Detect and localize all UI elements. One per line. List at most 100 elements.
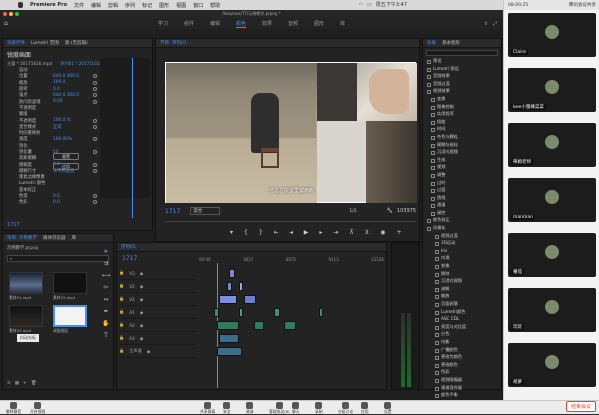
effects-tree-item[interactable]: 实用程序: [423, 111, 501, 119]
lock-icon[interactable]: 🔒: [119, 296, 124, 302]
lock-icon[interactable]: 🔒: [119, 348, 124, 354]
tab-libraries[interactable]: 库: [71, 235, 76, 241]
menu-app[interactable]: Premiere Pro: [30, 2, 67, 8]
toolbar-button[interactable]: 聊天: [292, 402, 300, 415]
tab-source[interactable]: 源:(无剪辑): [65, 40, 88, 46]
play-icon[interactable]: ▶: [304, 229, 309, 236]
ripple-edit-icon[interactable]: ⟷: [102, 272, 111, 279]
workspace-color[interactable]: 颜色: [235, 20, 246, 28]
lock-icon[interactable]: 🔒: [119, 309, 124, 315]
effects-tree-item[interactable]: Lumetri颜色: [423, 309, 501, 317]
add-button-icon[interactable]: +: [396, 229, 401, 236]
menu-graphics[interactable]: 图形: [159, 2, 169, 9]
zoom-fit-select[interactable]: 适合: [190, 207, 221, 215]
timeline-clip[interactable]: [217, 321, 239, 330]
minimize-icon[interactable]: [9, 12, 13, 16]
timeline-clip[interactable]: [239, 308, 243, 317]
effects-tree-item[interactable]: 内滑: [423, 255, 501, 263]
meeting-view-button[interactable]: 腾讯会议共享: [569, 2, 596, 8]
effects-tree-item[interactable]: Iris: [423, 248, 501, 256]
effects-tree-item[interactable]: 页面剥落: [423, 301, 501, 309]
keyframe-toggle-icon[interactable]: [93, 93, 97, 98]
hand-tool-icon[interactable]: ✋: [102, 320, 109, 327]
keyframe-toggle-icon[interactable]: [93, 124, 97, 129]
keyframe-toggle-icon[interactable]: [93, 162, 97, 167]
effect-property-value[interactable]: 100.0: [53, 80, 65, 85]
effects-tree-item[interactable]: 通道混合器: [423, 385, 501, 393]
tab-media-browser[interactable]: 媒体浏览器: [43, 235, 66, 241]
toolbar-button[interactable]: 录制: [315, 402, 323, 415]
apple-icon[interactable]: [18, 2, 23, 8]
effects-tree-item[interactable]: 通道: [423, 202, 501, 210]
track-header[interactable]: 🔒 A2 ◉: [119, 319, 197, 332]
type-tool-icon[interactable]: T: [104, 332, 108, 339]
eye-icon[interactable]: ◉: [140, 284, 144, 289]
effects-tree-item[interactable]: 变换: [423, 96, 501, 104]
effects-tree-item[interactable]: 更改为颜色: [423, 354, 501, 362]
effects-tree-item[interactable]: 沉浸式视频: [423, 278, 501, 286]
quick-export-icon[interactable]: ⇪: [484, 21, 488, 27]
mark-out-icon[interactable]: }: [259, 229, 263, 236]
effects-tree-item[interactable]: 扭曲: [423, 119, 501, 127]
wifi-icon[interactable]: ◠: [359, 2, 363, 8]
effects-tree-item[interactable]: 视频效果: [423, 88, 501, 96]
toolbar-button[interactable]: 开启视频: [30, 402, 45, 415]
effects-tree-item[interactable]: 调整: [423, 172, 501, 180]
eye-icon[interactable]: ◉: [147, 349, 151, 354]
effect-property-row[interactable]: 色彩 0.0: [3, 199, 152, 205]
tab-effect-controls[interactable]: 效果控件: [7, 40, 25, 46]
effects-tree-item[interactable]: 擦除: [423, 271, 501, 279]
timeline-clip[interactable]: [239, 282, 243, 291]
toolbar-button[interactable]: 安全: [223, 402, 231, 415]
menu-sequence[interactable]: 序列: [125, 2, 135, 9]
effects-tree-item[interactable]: 颜色平衡: [423, 392, 501, 400]
keyframe-toggle-icon[interactable]: [93, 168, 97, 173]
menubar-clock[interactable]: 周五下午3:47: [376, 1, 407, 8]
project-item[interactable]: 素材01.mp4: [9, 272, 47, 301]
timeline-clip[interactable]: [214, 308, 219, 317]
zoom-icon[interactable]: [15, 12, 19, 16]
timeline-ruler[interactable]: 00:00 3637 6072 9113 12126: [199, 257, 384, 262]
lift-icon[interactable]: ⊼: [349, 229, 353, 236]
timeline-clip[interactable]: [217, 347, 242, 356]
effect-property-value[interactable]: 正常: [53, 124, 62, 130]
keyframe-toggle-icon[interactable]: [93, 118, 97, 123]
effect-property-value[interactable]: 640.0 360.0: [53, 93, 79, 98]
timeline-timecode[interactable]: 1717: [122, 255, 137, 262]
participant-tile[interactable]: Claire: [508, 13, 596, 57]
end-meeting-button[interactable]: 结束会议: [566, 401, 596, 412]
keyframe-toggle-icon[interactable]: [93, 99, 97, 104]
effects-tree-item[interactable]: 图像控制: [423, 104, 501, 112]
keyframe-toggle-icon[interactable]: [93, 137, 97, 142]
extract-icon[interactable]: ⊻: [365, 229, 369, 236]
step-back-icon[interactable]: ◂: [290, 229, 293, 236]
eye-icon[interactable]: ◉: [140, 336, 144, 341]
effects-tree-item[interactable]: 颜色校正: [423, 217, 501, 225]
pen-tool-icon[interactable]: ✒: [103, 308, 108, 315]
participant-tile[interactable]: 玩玩: [508, 288, 596, 332]
timeline-clip[interactable]: [254, 321, 264, 330]
tab-effects[interactable]: 效果: [427, 40, 436, 46]
eye-icon[interactable]: ◉: [140, 310, 144, 315]
effects-tree-item[interactable]: 均衡: [423, 339, 501, 347]
keyframe-toggle-icon[interactable]: [93, 74, 97, 79]
track-header[interactable]: 🔒 A3 ◉: [119, 332, 197, 345]
eye-icon[interactable]: ◉: [140, 323, 144, 328]
menu-edit[interactable]: 编辑: [91, 2, 101, 9]
keyframe-toggle-icon[interactable]: [93, 200, 97, 205]
track-header[interactable]: 🔒 A1 ◉: [119, 306, 197, 319]
participant-tile[interactable]: 蒂姆老师: [508, 123, 596, 167]
keyframe-toggle-icon[interactable]: [93, 80, 97, 85]
menu-clip[interactable]: 剪辑: [108, 2, 118, 9]
effects-tree-item[interactable]: 广播颜色: [423, 347, 501, 355]
effects-tree-item[interactable]: 划像: [423, 263, 501, 271]
wrench-icon[interactable]: 🔧: [387, 208, 393, 214]
timeline-clip[interactable]: [219, 334, 239, 343]
timeline-clip[interactable]: [319, 308, 323, 317]
toolbar-button[interactable]: 共享屏幕: [200, 402, 215, 415]
project-item[interactable]: 素材02.mp4: [53, 272, 91, 301]
track-header[interactable]: 🔒 V2 ◉: [119, 280, 197, 293]
icon-view-icon[interactable]: ▦: [15, 381, 19, 386]
effects-tree-item[interactable]: 视频过渡: [423, 233, 501, 241]
effect-property-value[interactable]: 0.00: [53, 99, 63, 104]
